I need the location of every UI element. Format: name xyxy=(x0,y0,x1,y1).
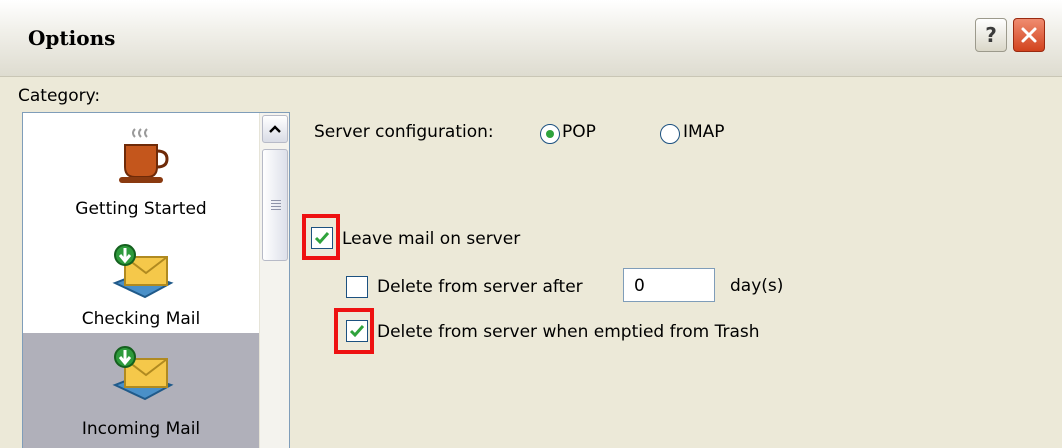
help-icon: ? xyxy=(985,23,997,47)
coffee-cup-icon xyxy=(119,128,169,183)
category-item-checking-mail[interactable]: Checking Mail xyxy=(23,223,259,333)
imap-label[interactable]: IMAP xyxy=(683,122,725,142)
window-title: Options xyxy=(28,26,116,50)
days-unit-label: day(s) xyxy=(730,276,784,296)
grip-line xyxy=(271,200,281,201)
grip-line xyxy=(271,206,281,207)
category-item-label: Getting Started xyxy=(75,199,207,219)
leave-mail-checkbox[interactable] xyxy=(311,227,333,249)
scroll-up-button[interactable] xyxy=(262,115,288,143)
category-item-label: Checking Mail xyxy=(81,309,201,329)
checkmark-icon xyxy=(349,325,365,338)
help-button[interactable]: ? xyxy=(975,18,1007,52)
close-button[interactable] xyxy=(1013,18,1045,52)
delete-after-checkbox[interactable] xyxy=(346,276,368,298)
mail-download-icon xyxy=(112,244,174,299)
title-bar: Options ? xyxy=(0,0,1062,77)
leave-mail-label[interactable]: Leave mail on server xyxy=(342,229,520,249)
category-item-getting-started[interactable]: Getting Started xyxy=(23,113,259,223)
pop-radio[interactable] xyxy=(540,124,560,144)
delete-after-label[interactable]: Delete from server after xyxy=(377,277,583,297)
imap-radio[interactable] xyxy=(660,124,680,144)
close-icon xyxy=(1021,27,1037,43)
chevron-up-icon xyxy=(269,125,281,133)
radio-selected-dot xyxy=(546,130,554,138)
days-input[interactable]: 0 xyxy=(623,268,715,302)
checkmark-icon xyxy=(314,232,330,245)
delete-trash-label[interactable]: Delete from server when emptied from Tra… xyxy=(377,322,760,342)
category-scrollbar[interactable] xyxy=(259,113,289,448)
category-item-label: Incoming Mail xyxy=(81,419,201,439)
category-item-incoming-mail[interactable]: Incoming Mail xyxy=(23,333,259,448)
scroll-thumb[interactable] xyxy=(262,149,288,261)
mail-download-icon xyxy=(112,346,174,401)
category-label: Category: xyxy=(18,86,101,106)
pop-label[interactable]: POP xyxy=(562,122,596,142)
grip-line xyxy=(271,209,281,210)
delete-trash-checkbox[interactable] xyxy=(346,320,368,342)
grip-line xyxy=(271,203,281,204)
server-config-label: Server configuration: xyxy=(314,122,494,142)
category-list[interactable]: Getting Started Checking Mail Incoming M… xyxy=(22,112,290,448)
